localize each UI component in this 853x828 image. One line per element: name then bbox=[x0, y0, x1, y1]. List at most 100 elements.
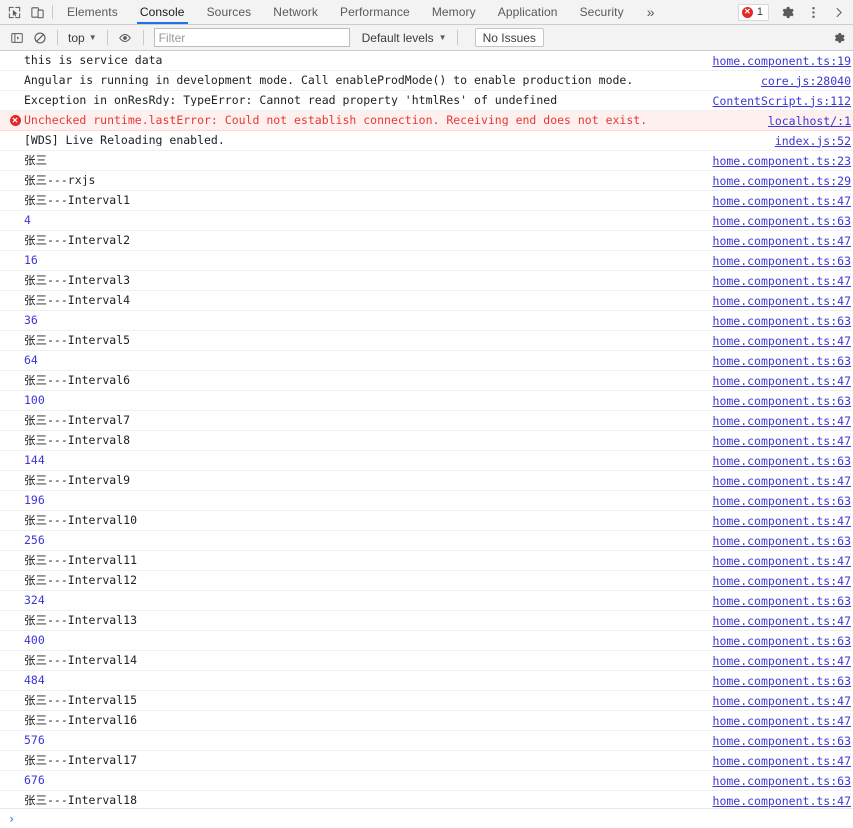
execution-context-selector[interactable]: top ▼ bbox=[65, 31, 100, 45]
console-message-text: 张三---Interval14 bbox=[24, 654, 138, 667]
console-message-text: 64 bbox=[24, 354, 38, 367]
clear-console-icon[interactable] bbox=[29, 27, 50, 48]
console-row: 张三---Interval14 home.component.ts:47 bbox=[0, 651, 853, 671]
tab-label: Network bbox=[273, 5, 319, 19]
source-link[interactable]: localhost/:1 bbox=[756, 114, 851, 128]
console-row: 张三---Interval10 home.component.ts:47 bbox=[0, 511, 853, 531]
tab-label: Application bbox=[497, 5, 558, 19]
tab-memory[interactable]: Memory bbox=[421, 0, 487, 24]
error-count-badge[interactable]: ✕ 1 bbox=[737, 3, 769, 21]
source-link[interactable]: home.component.ts:63 bbox=[701, 454, 851, 468]
execution-context-label: top bbox=[68, 30, 85, 45]
toolbar-divider-2 bbox=[106, 30, 108, 45]
chevron-down-icon: ▼ bbox=[438, 33, 447, 42]
console-message-text: 张三---Interval4 bbox=[24, 294, 131, 307]
console-message-text: 4 bbox=[24, 214, 31, 227]
source-link[interactable]: home.component.ts:47 bbox=[701, 514, 851, 528]
console-message-text: 张三---Interval7 bbox=[24, 414, 131, 427]
tab-label: Sources bbox=[206, 5, 252, 19]
console-row: 张三 home.component.ts:23 bbox=[0, 151, 853, 171]
issues-button[interactable]: No Issues bbox=[474, 28, 544, 47]
source-link[interactable]: home.component.ts:63 bbox=[701, 534, 851, 548]
console-message-list[interactable]: this is service data home.component.ts:19… bbox=[0, 51, 853, 808]
source-link[interactable]: home.component.ts:63 bbox=[701, 594, 851, 608]
console-toolbar: top ▼ Default levels ▼ No Issues bbox=[0, 25, 853, 51]
source-link[interactable]: core.js:28040 bbox=[749, 74, 851, 88]
gear-icon[interactable] bbox=[775, 0, 799, 24]
source-link[interactable]: home.component.ts:23 bbox=[701, 154, 851, 168]
source-link[interactable]: home.component.ts:47 bbox=[701, 414, 851, 428]
source-link[interactable]: home.component.ts:47 bbox=[701, 294, 851, 308]
source-link[interactable]: home.component.ts:19 bbox=[701, 54, 851, 68]
source-link[interactable]: home.component.ts:47 bbox=[701, 654, 851, 668]
tab-sources[interactable]: Sources bbox=[196, 0, 263, 24]
source-link[interactable]: home.component.ts:29 bbox=[701, 174, 851, 188]
source-link[interactable]: home.component.ts:47 bbox=[701, 694, 851, 708]
console-message-text: Unchecked runtime.lastError: Could not e… bbox=[24, 114, 648, 127]
console-message-text: 16 bbox=[24, 254, 38, 267]
console-settings-gear-icon[interactable] bbox=[828, 27, 849, 48]
source-link[interactable]: home.component.ts:47 bbox=[701, 234, 851, 248]
source-link[interactable]: index.js:52 bbox=[763, 134, 851, 148]
close-icon[interactable] bbox=[827, 0, 851, 24]
source-link[interactable]: home.component.ts:47 bbox=[701, 714, 851, 728]
source-link[interactable]: home.component.ts:63 bbox=[701, 734, 851, 748]
console-sidebar-icon[interactable] bbox=[6, 27, 27, 48]
tab-label: Console bbox=[139, 5, 185, 19]
console-message-text: 144 bbox=[24, 454, 45, 467]
console-row: 张三---Interval9 home.component.ts:47 bbox=[0, 471, 853, 491]
source-link[interactable]: home.component.ts:47 bbox=[701, 614, 851, 628]
source-link[interactable]: home.component.ts:63 bbox=[701, 254, 851, 268]
console-message-text: [WDS] Live Reloading enabled. bbox=[24, 134, 225, 147]
console-row: 张三---Interval8 home.component.ts:47 bbox=[0, 431, 853, 451]
source-link[interactable]: home.component.ts:63 bbox=[701, 674, 851, 688]
error-count-label: 1 bbox=[756, 6, 763, 18]
source-link[interactable]: ContentScript.js:112 bbox=[701, 94, 851, 108]
console-row: Angular is running in development mode. … bbox=[0, 71, 853, 91]
tab-network[interactable]: Network bbox=[262, 0, 329, 24]
source-link[interactable]: home.component.ts:63 bbox=[701, 214, 851, 228]
source-link[interactable]: home.component.ts:47 bbox=[701, 434, 851, 448]
console-row: 256 home.component.ts:63 bbox=[0, 531, 853, 551]
tab-elements[interactable]: Elements bbox=[56, 0, 129, 24]
tab-label: Memory bbox=[431, 5, 476, 19]
toolbar-divider bbox=[57, 30, 58, 45]
source-link[interactable]: home.component.ts:47 bbox=[701, 574, 851, 588]
inspect-element-icon[interactable] bbox=[7, 5, 22, 20]
console-message-text: 256 bbox=[24, 534, 45, 547]
console-message-text: 张三---Interval16 bbox=[24, 714, 138, 727]
console-row: 张三---Interval7 home.component.ts:47 bbox=[0, 411, 853, 431]
source-link[interactable]: home.component.ts:63 bbox=[701, 634, 851, 648]
log-level-selector[interactable]: Default levels ▼ bbox=[362, 31, 447, 45]
filter-input[interactable] bbox=[153, 28, 350, 47]
console-row: [WDS] Live Reloading enabled. index.js:52 bbox=[0, 131, 853, 151]
tab-console[interactable]: Console bbox=[129, 0, 196, 24]
source-link[interactable]: home.component.ts:47 bbox=[701, 194, 851, 208]
source-link[interactable]: home.component.ts:63 bbox=[701, 314, 851, 328]
source-link[interactable]: home.component.ts:47 bbox=[701, 554, 851, 568]
source-link[interactable]: home.component.ts:63 bbox=[701, 494, 851, 508]
source-link[interactable]: home.component.ts:63 bbox=[701, 354, 851, 368]
tab-application[interactable]: Application bbox=[487, 0, 569, 24]
devtools-tab-bar: Elements Console Sources Network Perform… bbox=[0, 0, 853, 25]
tab-security[interactable]: Security bbox=[569, 0, 635, 24]
tab-performance[interactable]: Performance bbox=[329, 0, 421, 24]
live-expression-icon[interactable] bbox=[115, 27, 136, 48]
source-link[interactable]: home.component.ts:47 bbox=[701, 374, 851, 388]
source-link[interactable]: home.component.ts:47 bbox=[701, 794, 851, 808]
console-message-text: 张三---Interval15 bbox=[24, 694, 138, 707]
console-prompt-row[interactable]: › bbox=[0, 808, 853, 828]
console-message-text: 196 bbox=[24, 494, 45, 507]
source-link[interactable]: home.component.ts:47 bbox=[701, 334, 851, 348]
device-toolbar-icon[interactable] bbox=[30, 5, 45, 20]
console-message-text: 张三---Interval3 bbox=[24, 274, 131, 287]
source-link[interactable]: home.component.ts:47 bbox=[701, 274, 851, 288]
source-link[interactable]: home.component.ts:63 bbox=[701, 394, 851, 408]
source-link[interactable]: home.component.ts:47 bbox=[701, 474, 851, 488]
source-link[interactable]: home.component.ts:63 bbox=[701, 774, 851, 788]
more-tabs-button[interactable]: » bbox=[635, 0, 667, 24]
source-link[interactable]: home.component.ts:47 bbox=[701, 754, 851, 768]
more-options-icon[interactable] bbox=[801, 0, 825, 24]
console-message-text: 张三---Interval13 bbox=[24, 614, 138, 627]
console-row: Exception in onResRdy: TypeError: Cannot… bbox=[0, 91, 853, 111]
